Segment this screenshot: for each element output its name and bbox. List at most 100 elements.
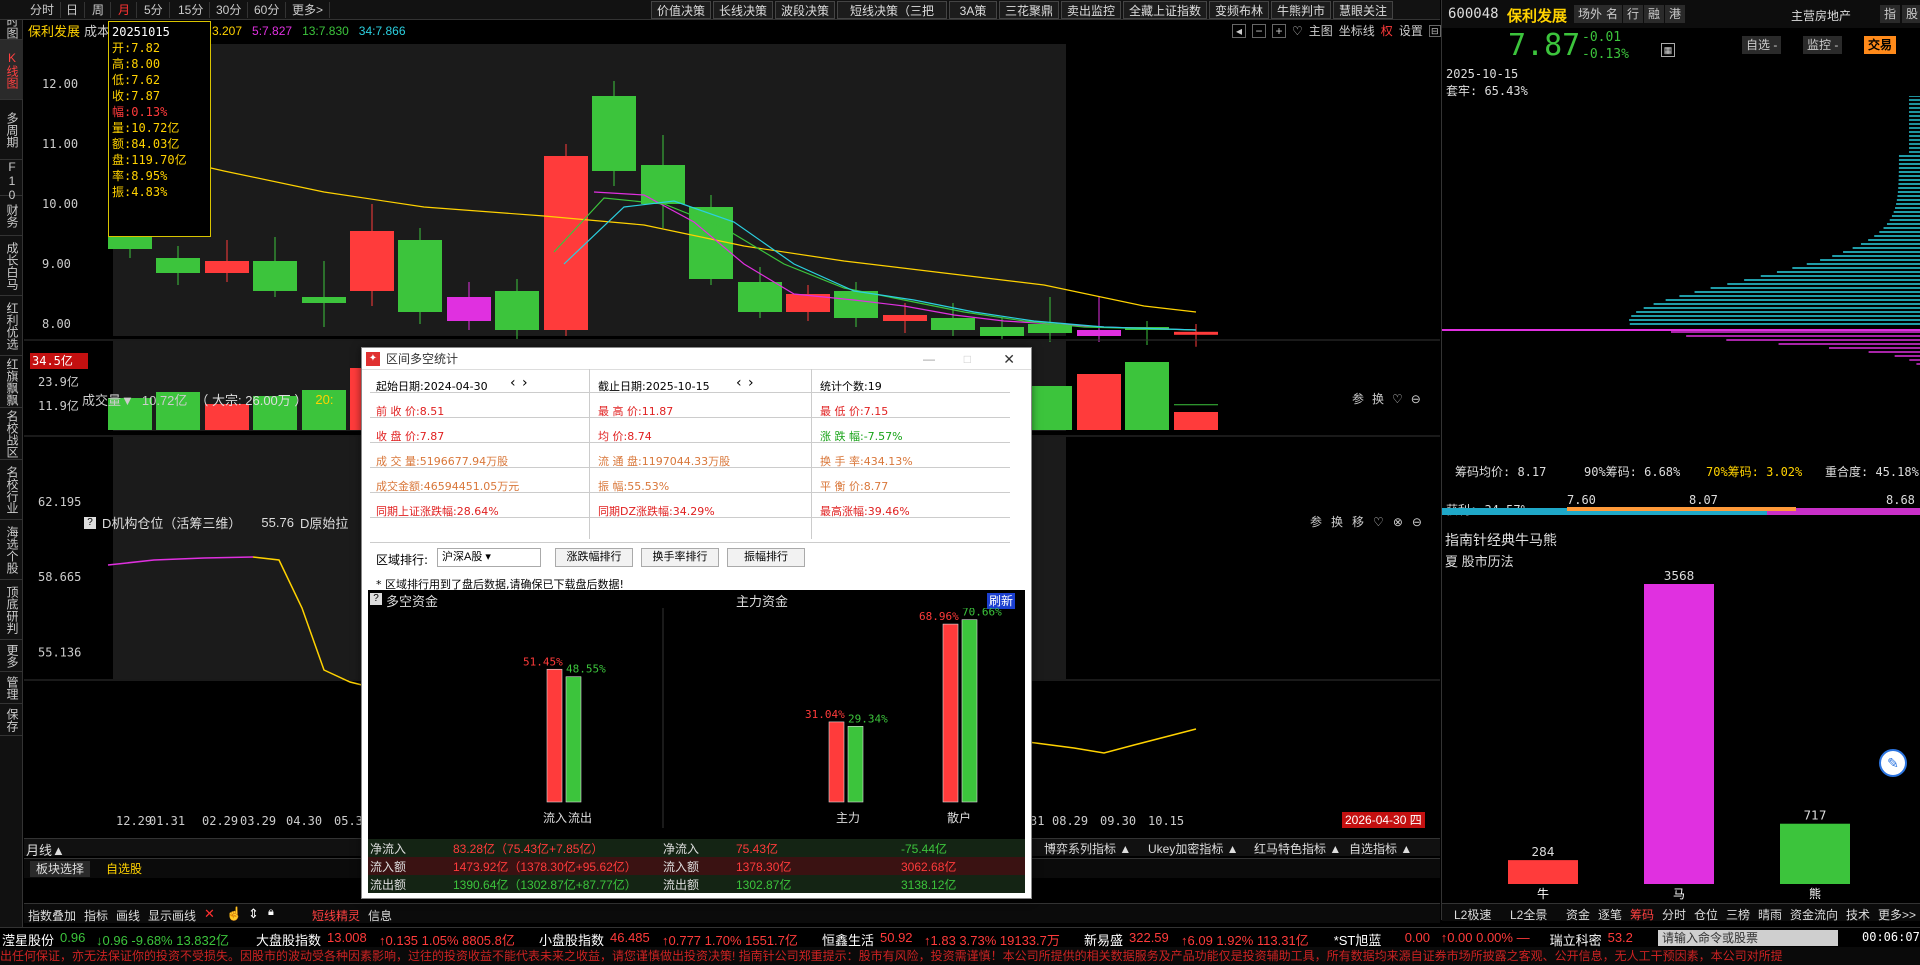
tool-1[interactable]: 指标 xyxy=(84,907,108,924)
quote-tag-1[interactable]: 名 xyxy=(1602,5,1623,23)
sidebar-item-2[interactable]: 多周期 xyxy=(0,100,23,160)
pointer-icon[interactable]: ☝ xyxy=(226,906,242,922)
indicator-label[interactable]: D机构仓位（活筹三维） xyxy=(102,513,241,532)
tool-3[interactable]: 显示画线 xyxy=(148,907,196,924)
right-tab-7[interactable]: 三榜 xyxy=(1726,906,1750,923)
period-tab-0[interactable]: 分时 xyxy=(24,2,62,18)
indicator-close-icon[interactable]: ⊖ xyxy=(1412,515,1422,529)
assistant-icon[interactable]: ✎ xyxy=(1879,749,1907,777)
right-tab-3[interactable]: 逐笔 xyxy=(1598,906,1622,923)
ticker-name[interactable]: 大盘股指数 xyxy=(256,930,321,947)
period-tab-8[interactable]: 更多> xyxy=(286,2,331,18)
chart-control-rights[interactable]: 权 xyxy=(1381,22,1393,39)
period-tab-5[interactable]: 15分 xyxy=(172,2,211,18)
ticker-name[interactable]: 小盘股指数 xyxy=(539,930,604,947)
watchlist-tab[interactable]: 自选股 xyxy=(106,861,142,877)
tool-5[interactable]: 信息 xyxy=(368,907,392,924)
right-tab-6[interactable]: 仓位 xyxy=(1694,906,1718,923)
volume-param-icon[interactable]: 参 xyxy=(1352,390,1364,407)
ticker-name[interactable]: *ST旭蓝 xyxy=(1334,930,1382,947)
quote-tag-2[interactable]: 行 xyxy=(1623,5,1644,23)
chart-control-crosshair[interactable]: 坐标线 xyxy=(1339,22,1375,39)
indicator-tab-0[interactable]: 博弈系列指标 ▲ xyxy=(1044,840,1131,857)
zoom-in-icon[interactable]: + xyxy=(1272,23,1286,38)
sidebar-item-11[interactable]: 顶底研判 xyxy=(0,580,23,640)
volume-close-icon[interactable]: ⊖ xyxy=(1411,392,1421,406)
tool-4[interactable]: 短线精灵 xyxy=(312,907,360,924)
ticker-name[interactable]: 新易盛 xyxy=(1084,930,1123,947)
strategy-button-6[interactable]: 卖出监控 xyxy=(1061,1,1121,19)
right-tab-10[interactable]: 技术 xyxy=(1846,906,1870,923)
volume-label[interactable]: 成交量▼ xyxy=(82,390,134,409)
volume-switch-icon[interactable]: 换 xyxy=(1372,390,1384,407)
close-icon[interactable]: ✕ xyxy=(1003,348,1015,370)
trade-button[interactable]: 交易 xyxy=(1864,36,1897,54)
indicator-move-icon[interactable]: 移 xyxy=(1352,513,1364,530)
period-tab-1[interactable]: 日 xyxy=(60,2,86,18)
help-icon[interactable]: ? xyxy=(84,516,96,529)
start-date-next-icon[interactable]: › xyxy=(522,375,528,391)
indicator-tab-2[interactable]: 红马特色指标 ▲ xyxy=(1254,840,1341,857)
indicator-param-icon[interactable]: 参 xyxy=(1310,513,1322,530)
calculator-icon[interactable]: ▦ xyxy=(1661,43,1675,57)
period-tab-3[interactable]: 月 xyxy=(112,2,138,18)
strategy-button-3[interactable]: 短线决策（三把锁） xyxy=(837,1,947,36)
strategy-button-8[interactable]: 变频布林 xyxy=(1209,1,1269,19)
indicator-switch-icon[interactable]: 换 xyxy=(1331,513,1343,530)
volume-fav-icon[interactable]: ♡ xyxy=(1392,392,1403,406)
ticker-name[interactable]: 滢星股份 xyxy=(2,930,54,947)
strategy-button-10[interactable]: 慧眼关注 xyxy=(1333,1,1393,19)
fund-help-icon[interactable]: ? xyxy=(370,593,382,605)
period-tab-monthly[interactable]: 月线▲ xyxy=(26,840,65,859)
chart-control-main[interactable]: 主图 xyxy=(1309,22,1333,39)
end-date-prev-icon[interactable]: ‹ xyxy=(736,375,742,391)
tool-2[interactable]: 画线 xyxy=(116,907,140,924)
monitor-button[interactable]: 监控 - xyxy=(1803,36,1843,54)
strategy-button-9[interactable]: 牛熊判市 xyxy=(1271,1,1331,19)
strategy-button-0[interactable]: 价值决策 xyxy=(651,1,711,19)
block-select-button[interactable]: 板块选择 xyxy=(30,861,91,877)
right-tab-5[interactable]: 分时 xyxy=(1662,906,1686,923)
sidebar-item-8[interactable]: 名校战区 xyxy=(0,408,23,460)
minimize-icon[interactable]: — xyxy=(923,348,935,370)
sidebar-item-14[interactable]: 保存 xyxy=(0,704,23,736)
indicator-del-icon[interactable]: ⊗ xyxy=(1393,515,1403,529)
period-tab-7[interactable]: 60分 xyxy=(248,2,287,18)
right-tab-4[interactable]: 筹码 xyxy=(1630,906,1654,923)
sidebar-item-4[interactable]: 财务 xyxy=(0,196,23,236)
lock-icon[interactable]: 🔒︎ xyxy=(268,906,274,919)
chart-control-settings[interactable]: 设置 xyxy=(1399,22,1423,39)
fund-refresh-button[interactable]: 刷新 xyxy=(987,593,1016,609)
sidebar-item-10[interactable]: 海选个股 xyxy=(0,520,23,580)
sidebar-item-6[interactable]: 红利优选 xyxy=(0,296,23,356)
sidebar-item-13[interactable]: 管理 xyxy=(0,672,23,704)
right-tab-11[interactable]: 更多>> xyxy=(1878,906,1916,923)
heart-icon[interactable]: ♡ xyxy=(1292,24,1303,38)
dialog-titlebar[interactable]: ✦ 区间多空统计 — □ ✕ xyxy=(362,348,1031,370)
sidebar-item-1[interactable]: K线图 xyxy=(0,40,23,100)
rank-button-1[interactable]: 换手率排行 xyxy=(641,548,719,567)
rank-button-0[interactable]: 涨跌幅排行 xyxy=(555,548,633,567)
start-date-prev-icon[interactable]: ‹ xyxy=(510,375,516,391)
ticker-name[interactable]: 恒鑫生活 xyxy=(822,930,874,947)
strategy-button-4[interactable]: 3A策略 xyxy=(949,1,997,36)
add-watch-button[interactable]: 自选 - xyxy=(1742,36,1782,54)
period-tab-4[interactable]: 5分 xyxy=(138,2,170,18)
command-input[interactable]: 请输入命令或股票 xyxy=(1658,930,1838,946)
scroll-left-icon[interactable]: ◂ xyxy=(1232,23,1246,38)
indicator-fav-icon[interactable]: ♡ xyxy=(1373,515,1384,529)
industry-label[interactable]: 主营房地产 xyxy=(1791,7,1851,24)
zoom-out-icon[interactable]: − xyxy=(1252,23,1266,38)
sidebar-item-5[interactable]: 成长白马 xyxy=(0,236,23,296)
indicator-tab-1[interactable]: Ukey加密指标 ▲ xyxy=(1148,840,1239,857)
right-tab-8[interactable]: 晴雨 xyxy=(1758,906,1782,923)
tool-0[interactable]: 指数叠加 xyxy=(28,907,76,924)
index-button[interactable]: 指 xyxy=(1880,5,1901,23)
right-tab-2[interactable]: 资金 xyxy=(1566,906,1590,923)
maximize-icon[interactable]: □ xyxy=(964,348,971,370)
rank-button-2[interactable]: 振幅排行 xyxy=(727,548,805,567)
ticker-name[interactable]: 瑞立科密 xyxy=(1550,930,1602,947)
delete-drawing-icon[interactable]: ✕ xyxy=(204,906,215,922)
strategy-button-7[interactable]: 全藏上证指数 xyxy=(1123,1,1207,19)
sidebar-item-12[interactable]: 更多 xyxy=(0,640,23,672)
